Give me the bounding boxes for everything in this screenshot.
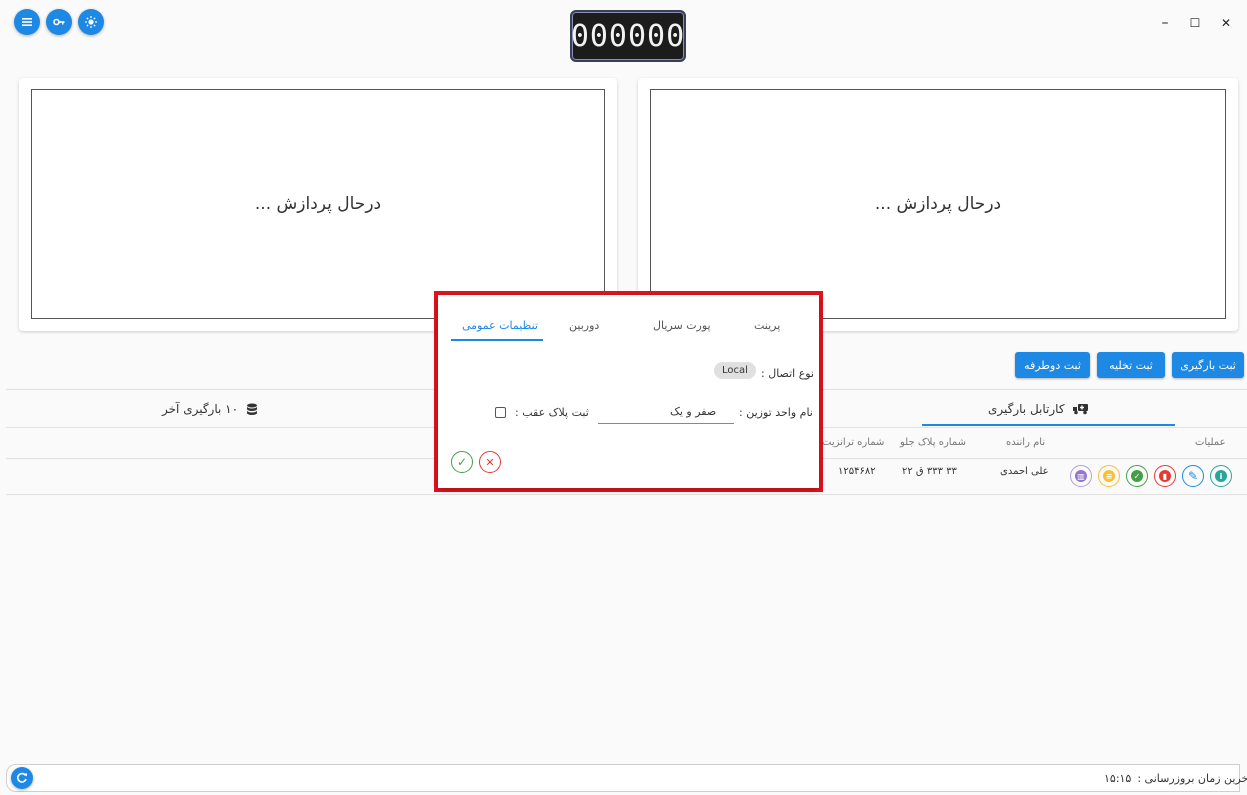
cell-transit: ۱۲۵۴۶۸۲ <box>838 466 876 477</box>
trash-icon: ▮ <box>1159 470 1171 482</box>
info-button[interactable]: i <box>1210 465 1232 487</box>
register-load-button[interactable]: ثبت بارگیری <box>1172 352 1244 378</box>
camera-status: درحال پردازش ... <box>874 194 1002 214</box>
tab-serial-port[interactable]: پورت سریال <box>653 319 711 332</box>
weight-counter: 000000 <box>570 10 686 62</box>
document-icon: ≡ <box>1103 470 1115 482</box>
last-update: آخرین زمان بروزرسانی : ۱۵:۱۵ <box>1104 772 1247 785</box>
database-icon <box>246 403 258 416</box>
cell-driver: علی احمدی <box>1000 466 1049 477</box>
refresh-icon <box>17 772 27 783</box>
minimize-button[interactable]: – <box>1154 12 1176 34</box>
connection-type-chip[interactable]: Local <box>714 362 756 379</box>
theme-button[interactable] <box>78 9 104 35</box>
status-bar <box>6 764 1240 792</box>
register-two-way-button[interactable]: ثبت دوطرفه <box>1015 352 1090 378</box>
maximize-button[interactable]: ☐ <box>1184 12 1206 34</box>
connection-type-label: نوع اتصال : <box>761 367 815 380</box>
truck-check-button[interactable]: ✓ <box>1126 465 1148 487</box>
input-underline <box>598 423 734 424</box>
delete-button[interactable]: ▮ <box>1154 465 1176 487</box>
info-icon: i <box>1215 470 1227 482</box>
header-transit: شماره ترانزیت <box>822 437 885 448</box>
confirm-button[interactable]: ✓ <box>451 451 473 473</box>
truck-check-icon: ✓ <box>1131 470 1143 482</box>
active-tab-indicator <box>922 424 1175 426</box>
tab-cartable[interactable]: کارتابل بارگیری <box>988 402 1089 416</box>
settings-dialog: پرینت پورت سریال دوربین تنظیمات عمومی نو… <box>434 291 823 492</box>
tab-general-settings[interactable]: تنظیمات عمومی <box>462 319 538 332</box>
truck-icon <box>1072 403 1089 415</box>
rear-plate-label: ثبت پلاک عقب : <box>515 406 589 419</box>
cancel-button[interactable]: ✕ <box>479 451 501 473</box>
refresh-button[interactable] <box>11 767 33 789</box>
header-operations: عملیات <box>1195 437 1226 448</box>
tab-camera[interactable]: دوربین <box>569 319 599 332</box>
header-driver: نام راننده <box>1006 437 1046 448</box>
check-icon: ✓ <box>456 455 468 469</box>
cell-plate: ۳۳ ۳۳۳ ق ۲۲ <box>902 466 957 477</box>
edit-button[interactable]: ✎ <box>1182 465 1204 487</box>
menu-button[interactable] <box>14 9 40 35</box>
header-plate: شماره پلاک جلو <box>900 437 966 448</box>
archive-icon: ▥ <box>1075 470 1087 482</box>
close-icon: ✕ <box>485 455 495 469</box>
pencil-icon: ✎ <box>1187 469 1199 483</box>
key-button[interactable] <box>46 9 72 35</box>
archive-button[interactable]: ▥ <box>1070 465 1092 487</box>
document-button[interactable]: ≡ <box>1098 465 1120 487</box>
menu-icon <box>22 18 32 26</box>
brightness-icon <box>85 16 97 28</box>
register-unload-button[interactable]: ثبت تخلیه <box>1097 352 1165 378</box>
tab-print[interactable]: پرینت <box>754 319 780 332</box>
tab-last-loads[interactable]: ۱۰ بارگیری آخر <box>162 402 258 416</box>
active-tab-indicator <box>451 339 543 341</box>
weighing-unit-label: نام واحد توزین : <box>739 406 813 419</box>
key-icon <box>53 18 65 26</box>
camera-status: درحال پردازش ... <box>254 194 382 214</box>
divider <box>6 494 1247 495</box>
rear-plate-checkbox[interactable] <box>495 407 506 418</box>
weighing-unit-input[interactable]: صفر و یک <box>670 405 716 418</box>
close-button[interactable]: ✕ <box>1215 12 1237 34</box>
